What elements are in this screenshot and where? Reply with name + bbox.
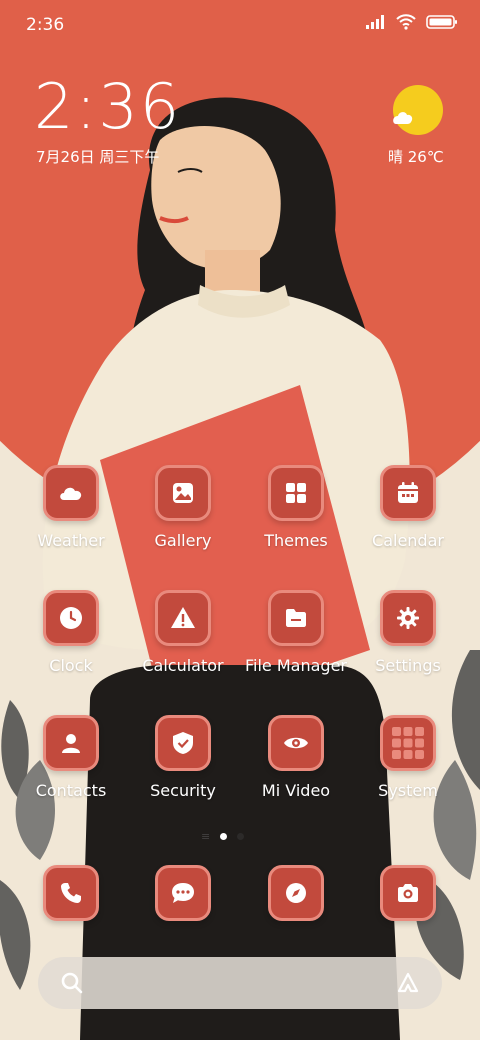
- app-label: Security: [150, 781, 216, 800]
- page-dot[interactable]: [237, 833, 245, 840]
- app-calendar[interactable]: Calendar: [353, 465, 463, 550]
- app-file-manager[interactable]: File Manager: [241, 590, 351, 675]
- app-system-folder[interactable]: System: [353, 715, 463, 800]
- app-label: File Manager: [245, 656, 347, 675]
- cloud-icon[interactable]: [43, 465, 99, 521]
- clock-icon[interactable]: [43, 590, 99, 646]
- app-contacts[interactable]: Contacts: [16, 715, 126, 800]
- contacts-icon[interactable]: [43, 715, 99, 771]
- app-label: System: [378, 781, 438, 800]
- app-label: Calendar: [372, 531, 444, 550]
- page-indicator[interactable]: ≡: [201, 830, 245, 843]
- gear-icon[interactable]: [380, 590, 436, 646]
- calendar-icon[interactable]: [380, 465, 436, 521]
- status-bar: 2:36: [0, 0, 480, 50]
- search-icon[interactable]: [60, 971, 84, 995]
- warning-icon[interactable]: [155, 590, 211, 646]
- app-label: Settings: [375, 656, 441, 675]
- message-icon[interactable]: [155, 865, 211, 921]
- wifi-icon: [396, 14, 416, 30]
- status-icons: [366, 14, 458, 30]
- sun-cloud-icon[interactable]: [390, 84, 446, 140]
- phone-icon[interactable]: [43, 865, 99, 921]
- eye-icon[interactable]: [268, 715, 324, 771]
- dock-messages[interactable]: [128, 865, 238, 921]
- clock-time[interactable]: 2:36: [34, 76, 181, 138]
- menu-lines-icon: ≡: [201, 830, 211, 843]
- app-clock[interactable]: Clock: [16, 590, 126, 675]
- app-label: Weather: [37, 531, 105, 550]
- app-folder-icon[interactable]: [380, 715, 436, 771]
- gallery-icon[interactable]: [155, 465, 211, 521]
- folder-icon[interactable]: [268, 590, 324, 646]
- status-time: 2:36: [26, 15, 65, 35]
- app-calculator[interactable]: Calculator: [128, 590, 238, 675]
- app-mi-video[interactable]: Mi Video: [241, 715, 351, 800]
- app-gallery[interactable]: Gallery: [128, 465, 238, 550]
- signal-icon: [366, 15, 384, 29]
- compass-icon[interactable]: [268, 865, 324, 921]
- app-label: Gallery: [154, 531, 212, 550]
- shield-icon[interactable]: [155, 715, 211, 771]
- app-settings[interactable]: Settings: [353, 590, 463, 675]
- weather-text: 晴 26℃: [388, 148, 444, 166]
- clock-date: 7月26日 周三下午: [36, 148, 160, 166]
- dock-phone[interactable]: [16, 865, 126, 921]
- app-themes[interactable]: Themes: [241, 465, 351, 550]
- app-label: Mi Video: [261, 781, 331, 800]
- dock-camera[interactable]: [353, 865, 463, 921]
- app-label: Calculator: [142, 656, 224, 675]
- app-security[interactable]: Security: [128, 715, 238, 800]
- app-label: Contacts: [35, 781, 107, 800]
- search-bar[interactable]: [38, 957, 442, 1009]
- battery-icon: [426, 15, 457, 29]
- app-label: Themes: [264, 531, 328, 550]
- dock-browser[interactable]: [241, 865, 351, 921]
- app-weather[interactable]: Weather: [16, 465, 126, 550]
- themes-icon[interactable]: [268, 465, 324, 521]
- page-dot-active[interactable]: [220, 833, 228, 840]
- assistant-icon[interactable]: [396, 971, 420, 995]
- app-label: Clock: [49, 656, 93, 675]
- camera-icon[interactable]: [380, 865, 436, 921]
